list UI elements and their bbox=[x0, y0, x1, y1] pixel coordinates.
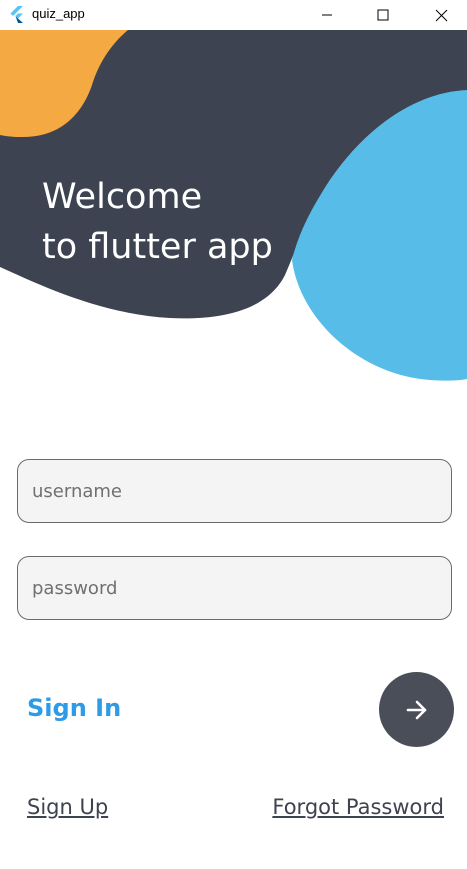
password-input[interactable] bbox=[17, 556, 452, 620]
welcome-line-1: Welcome bbox=[42, 177, 203, 217]
sign-in-button[interactable] bbox=[379, 672, 454, 747]
username-input[interactable] bbox=[17, 459, 452, 523]
forgot-password-link[interactable]: Forgot Password bbox=[272, 795, 444, 819]
minimize-button[interactable] bbox=[304, 0, 350, 30]
sign-up-link[interactable]: Sign Up bbox=[27, 795, 108, 819]
app-window: quiz_app Welcome to flutter app username… bbox=[0, 0, 467, 869]
close-button[interactable] bbox=[418, 0, 464, 30]
minimize-icon bbox=[322, 14, 332, 16]
maximize-icon bbox=[377, 9, 389, 21]
close-icon bbox=[435, 9, 447, 21]
title-bar: quiz_app bbox=[0, 0, 467, 30]
window-title: quiz_app bbox=[32, 6, 85, 21]
welcome-heading: Welcome to flutter app bbox=[42, 172, 273, 272]
maximize-button[interactable] bbox=[360, 0, 406, 30]
flutter-logo-icon bbox=[10, 6, 23, 23]
arrow-right-icon bbox=[406, 700, 426, 719]
sign-in-label[interactable]: Sign In bbox=[27, 694, 121, 722]
welcome-line-2: to flutter app bbox=[42, 227, 273, 267]
